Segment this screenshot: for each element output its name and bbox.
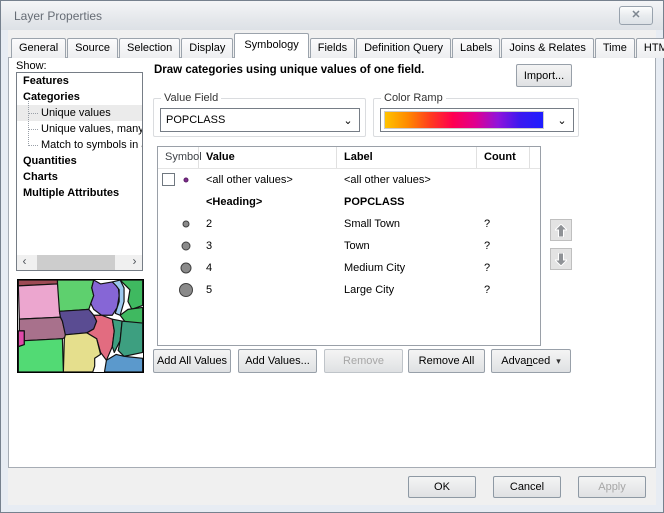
tab-labels[interactable]: Labels xyxy=(452,38,500,58)
tab-fields[interactable]: Fields xyxy=(310,38,355,58)
graduated-symbol-icon[interactable] xyxy=(179,283,193,297)
cell-count: ? xyxy=(477,284,530,296)
advanced-label-suffix: ced xyxy=(532,355,550,367)
symbology-tab-page: Show: Features Categories Unique values … xyxy=(8,57,656,468)
show-tree: Features Categories Unique values Unique… xyxy=(16,72,143,271)
window-title: Layer Properties xyxy=(14,9,619,23)
add-all-values-button[interactable]: Add All Values xyxy=(153,349,231,373)
cell-value: 4 xyxy=(199,262,337,274)
value-field-selected: POPCLASS xyxy=(161,114,337,126)
color-ramp-group: Color Ramp ⌄ xyxy=(373,98,579,137)
cell-count: ? xyxy=(477,262,530,274)
scroll-left-icon[interactable]: ‹ xyxy=(17,255,32,270)
cell-label: Small Town xyxy=(337,218,477,230)
ok-button[interactable]: OK xyxy=(408,476,476,498)
table-row[interactable]: 2 Small Town ? xyxy=(158,213,540,235)
tab-display[interactable]: Display xyxy=(181,38,233,58)
table-row[interactable]: <all other values> <all other values> xyxy=(158,169,540,191)
tab-html-popup[interactable]: HTML Popup xyxy=(636,38,664,58)
cell-label: <all other values> xyxy=(337,174,477,186)
apply-button[interactable]: Apply xyxy=(578,476,646,498)
unique-values-table: Symbol Value Label Count <all other valu… xyxy=(157,146,541,346)
all-other-values-checkbox[interactable] xyxy=(162,173,175,186)
cell-label: POPCLASS xyxy=(337,196,477,208)
scroll-thumb[interactable] xyxy=(37,255,115,270)
dropdown-arrow-icon: ▾ xyxy=(556,356,561,367)
cell-value: 5 xyxy=(199,284,337,296)
remove-all-button[interactable]: Remove All xyxy=(408,349,485,373)
chevron-down-icon[interactable]: ⌄ xyxy=(551,114,573,127)
graduated-symbol-icon[interactable] xyxy=(181,263,192,274)
cell-count: ? xyxy=(477,240,530,252)
cell-label: Medium City xyxy=(337,262,477,274)
cell-label: Town xyxy=(337,240,477,252)
layer-properties-dialog: Layer Properties ✕ General Source Select… xyxy=(0,0,664,513)
arrow-down-icon xyxy=(555,253,567,266)
color-ramp-gradient xyxy=(384,111,544,129)
column-header-count[interactable]: Count xyxy=(477,147,530,168)
table-row[interactable]: 5 Large City ? xyxy=(158,279,540,301)
chevron-down-icon[interactable]: ⌄ xyxy=(337,114,359,127)
move-down-button[interactable] xyxy=(550,248,572,270)
cell-count: ? xyxy=(477,218,530,230)
table-row[interactable]: 4 Medium City ? xyxy=(158,257,540,279)
color-ramp-combobox[interactable]: ⌄ xyxy=(380,108,574,132)
tab-general[interactable]: General xyxy=(11,38,66,58)
column-header-value[interactable]: Value xyxy=(199,147,337,168)
column-header-symbol[interactable]: Symbol xyxy=(158,147,199,168)
table-row-heading[interactable]: <Heading> POPCLASS xyxy=(158,191,540,213)
dialog-footer: OK Cancel Apply xyxy=(8,468,656,505)
tab-symbology[interactable]: Symbology xyxy=(234,33,308,58)
advanced-label: Adva xyxy=(501,355,526,367)
tab-definition-query[interactable]: Definition Query xyxy=(356,38,451,58)
tab-strip: General Source Selection Display Symbolo… xyxy=(8,30,656,57)
cell-value: 2 xyxy=(199,218,337,230)
tree-item-features[interactable]: Features xyxy=(17,73,142,89)
value-field-combobox[interactable]: POPCLASS ⌄ xyxy=(160,108,360,132)
cancel-button[interactable]: Cancel xyxy=(493,476,561,498)
value-field-label: Value Field xyxy=(161,92,221,104)
arrow-up-icon xyxy=(555,224,567,237)
move-up-button[interactable] xyxy=(550,219,572,241)
tab-source[interactable]: Source xyxy=(67,38,118,58)
tree-item-charts[interactable]: Charts xyxy=(17,169,142,185)
tree-item-quantities[interactable]: Quantities xyxy=(17,153,142,169)
add-values-button[interactable]: Add Values... xyxy=(238,349,317,373)
tab-selection[interactable]: Selection xyxy=(119,38,180,58)
close-icon[interactable]: ✕ xyxy=(619,6,653,25)
tree-item-multiple-attributes[interactable]: Multiple Attributes xyxy=(17,185,142,201)
graduated-symbol-icon[interactable] xyxy=(183,221,190,228)
color-ramp-label: Color Ramp xyxy=(381,92,446,104)
cell-value: <all other values> xyxy=(199,174,337,186)
graduated-symbol-icon[interactable] xyxy=(182,242,191,251)
tab-joins-relates[interactable]: Joins & Relates xyxy=(501,38,593,58)
show-label: Show: xyxy=(16,60,47,72)
scroll-right-icon[interactable]: › xyxy=(127,255,142,270)
tree-item-match-to-symbols[interactable]: Match to symbols in a xyxy=(17,137,142,153)
remove-button[interactable]: Remove xyxy=(324,349,403,373)
cell-value: <Heading> xyxy=(199,196,337,208)
cell-label: Large City xyxy=(337,284,477,296)
table-row[interactable]: 3 Town ? xyxy=(158,235,540,257)
tree-horizontal-scrollbar[interactable]: ‹ › xyxy=(17,255,142,270)
tab-time[interactable]: Time xyxy=(595,38,635,58)
action-button-row: Add All Values Add Values... Remove Remo… xyxy=(9,349,655,373)
titlebar: Layer Properties ✕ xyxy=(1,1,663,30)
value-field-group: Value Field POPCLASS ⌄ xyxy=(153,98,366,137)
column-header-label[interactable]: Label xyxy=(337,147,477,168)
advanced-button[interactable]: Advanced ▾ xyxy=(491,349,571,373)
all-other-values-symbol-icon[interactable] xyxy=(184,178,189,183)
import-button[interactable]: Import... xyxy=(516,64,572,87)
cell-value: 3 xyxy=(199,240,337,252)
instruction-text: Draw categories using unique values of o… xyxy=(154,64,424,76)
table-header: Symbol Value Label Count xyxy=(158,147,540,169)
